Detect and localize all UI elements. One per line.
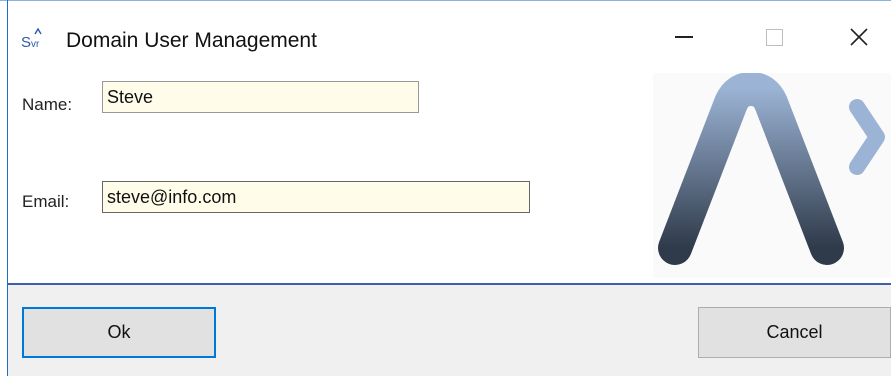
svg-text:S: S	[21, 34, 31, 50]
window-title: Domain User Management	[66, 29, 317, 52]
maximize-button[interactable]	[745, 11, 803, 63]
email-field[interactable]	[102, 181, 530, 213]
email-label: Email:	[22, 192, 70, 211]
minimize-button[interactable]	[655, 11, 713, 63]
close-button[interactable]	[830, 11, 888, 63]
svr-app-icon: S vr	[20, 28, 46, 50]
dialog-window: S vr Domain User Management Name: Email:	[0, 0, 891, 376]
logo-area	[653, 72, 891, 278]
cancel-button[interactable]: Cancel	[698, 307, 891, 358]
name-label: Name:	[22, 95, 73, 114]
minimize-icon	[675, 36, 693, 38]
maximize-icon	[765, 28, 783, 46]
name-field[interactable]	[102, 81, 419, 113]
ok-button[interactable]: Ok	[22, 307, 216, 358]
form-area: Name: Email:	[8, 72, 891, 284]
close-icon	[850, 28, 868, 46]
svg-text:vr: vr	[31, 39, 40, 50]
button-bar: Ok Cancel	[8, 285, 891, 376]
company-logo-icon	[658, 72, 885, 265]
title-bar[interactable]: S vr Domain User Management	[8, 1, 891, 73]
